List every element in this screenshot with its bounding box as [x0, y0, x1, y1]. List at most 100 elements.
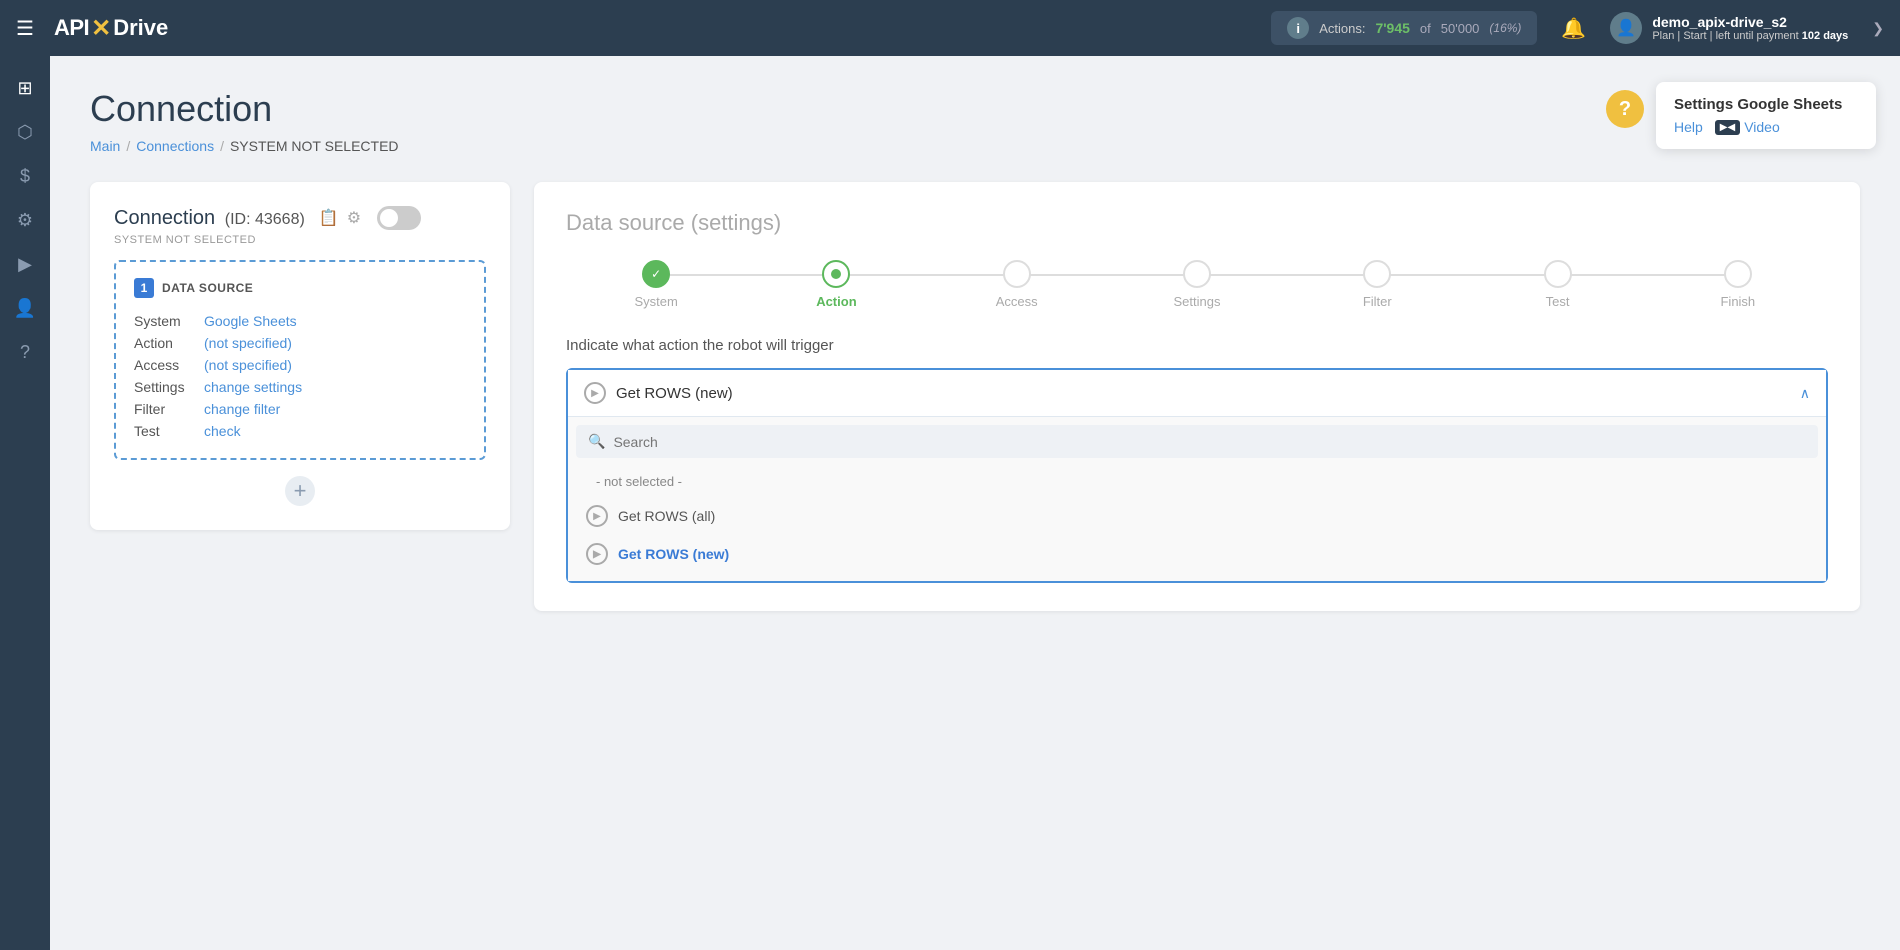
step-circle — [1544, 260, 1572, 288]
plan-left: left until payment — [1716, 30, 1799, 42]
plan-type: Start — [1683, 30, 1706, 42]
card-title-icons: 📋 ⚙ — [319, 206, 421, 230]
main-content: Connection Main / Connections / SYSTEM N… — [50, 56, 1900, 950]
datasource-num: 1 — [134, 278, 154, 298]
plan-days: 102 days — [1802, 30, 1848, 42]
datasource-box: 1 DATA SOURCE SystemGoogle SheetsAction(… — [114, 260, 486, 460]
toggle-switch[interactable] — [377, 206, 421, 230]
dropdown-header[interactable]: ▶ Get ROWS (new) ∧ — [568, 370, 1826, 416]
right-card-title-sub: (settings) — [691, 210, 781, 235]
ds-row-value-link[interactable]: (not specified) — [204, 335, 292, 351]
step-item[interactable]: Finish — [1648, 260, 1828, 309]
user-details: demo_apix-drive_s2 Plan | Start | left u… — [1652, 14, 1848, 42]
table-row: Testcheck — [134, 420, 466, 442]
sidebar-item-account[interactable]: 👤 — [5, 288, 45, 328]
bell-icon[interactable]: 🔔 — [1561, 16, 1586, 41]
breadcrumb-connections[interactable]: Connections — [136, 138, 214, 154]
step-circle — [1363, 260, 1391, 288]
card-title: Connection (ID: 43668) 📋 ⚙ — [114, 206, 486, 230]
plan-sep: | — [1677, 30, 1680, 42]
left-card: Connection (ID: 43668) 📋 ⚙ SYSTEM NOT SE… — [90, 182, 510, 530]
help-links: Help ▶◀ Video — [1674, 119, 1858, 135]
step-label: Test — [1546, 294, 1570, 309]
actions-badge: i Actions: 7'945 of 50'000 (16%) — [1271, 11, 1537, 45]
dropdown-list: 🔍 - not selected -▶Get ROWS (all)▶Get RO… — [568, 416, 1826, 581]
help-link-help[interactable]: Help — [1674, 119, 1703, 135]
step-item[interactable]: Settings — [1107, 260, 1287, 309]
play-icon-sm: ▶ — [586, 543, 608, 565]
ds-row-value-link[interactable]: Google Sheets — [204, 313, 297, 329]
breadcrumb: Main / Connections / SYSTEM NOT SELECTED — [90, 138, 1860, 154]
plan-sep2: | — [1710, 30, 1713, 42]
video-label: Video — [1744, 119, 1780, 135]
step-item[interactable]: Filter — [1287, 260, 1467, 309]
play-icon: ▶ — [584, 382, 606, 404]
step-label: Action — [816, 294, 856, 309]
sidebar: ⊞ ⬡ $ ⚙ ▶ 👤 ? — [0, 56, 50, 950]
ds-row-value-link[interactable]: check — [204, 423, 241, 439]
table-row: Action(not specified) — [134, 332, 466, 354]
sidebar-item-connections[interactable]: ⬡ — [5, 112, 45, 152]
action-prompt: Indicate what action the robot will trig… — [566, 337, 1828, 354]
search-input[interactable] — [613, 434, 1806, 450]
step-item[interactable]: Access — [927, 260, 1107, 309]
dropdown-option[interactable]: - not selected - — [576, 466, 1818, 497]
step-label: Settings — [1173, 294, 1220, 309]
breadcrumb-sep2: / — [220, 138, 224, 154]
user-info: 👤 demo_apix-drive_s2 Plan | Start | left… — [1610, 12, 1848, 44]
datasource-header: 1 DATA SOURCE — [134, 278, 466, 298]
step-item[interactable]: ✓ System — [566, 260, 746, 309]
ds-row-value-link[interactable]: (not specified) — [204, 357, 292, 373]
step-circle: ✓ — [642, 260, 670, 288]
help-question-icon[interactable]: ? — [1606, 90, 1644, 128]
sidebar-item-billing[interactable]: $ — [5, 156, 45, 196]
dropdown-option[interactable]: ▶Get ROWS (all) — [576, 497, 1818, 535]
table-row: Settingschange settings — [134, 376, 466, 398]
step-item[interactable]: Test — [1467, 260, 1647, 309]
step-label: System — [634, 294, 677, 309]
datasource-table: SystemGoogle SheetsAction(not specified)… — [134, 310, 466, 442]
actions-of: of — [1420, 21, 1431, 36]
menu-icon[interactable]: ☰ — [16, 16, 34, 41]
dropdown-selected-label: Get ROWS (new) — [616, 385, 733, 402]
gear-icon[interactable]: ⚙ — [347, 208, 361, 228]
copy-icon[interactable]: 📋 — [319, 208, 339, 228]
action-dropdown[interactable]: ▶ Get ROWS (new) ∧ 🔍 - not selected -▶Ge… — [566, 368, 1828, 583]
info-icon: i — [1287, 17, 1309, 39]
user-plan: Plan | Start | left until payment 102 da… — [1652, 30, 1848, 42]
card-id: (ID: 43668) — [225, 211, 305, 228]
help-link-video[interactable]: ▶◀ Video — [1715, 119, 1780, 135]
breadcrumb-main[interactable]: Main — [90, 138, 120, 154]
step-circle — [1003, 260, 1031, 288]
chevron-up-icon[interactable]: ∧ — [1800, 385, 1810, 402]
right-card-title: Data source (settings) — [566, 210, 1828, 236]
actions-total: 50'000 — [1441, 21, 1480, 36]
logo-drive-text: Drive — [113, 15, 168, 41]
sidebar-item-dashboard[interactable]: ⊞ — [5, 68, 45, 108]
sidebar-item-settings[interactable]: ⚙ — [5, 200, 45, 240]
play-icon-sm: ▶ — [586, 505, 608, 527]
search-icon: 🔍 — [588, 433, 605, 450]
table-row: SystemGoogle Sheets — [134, 310, 466, 332]
topnav-chevron-icon[interactable]: ❯ — [1872, 20, 1884, 37]
step-circle — [1183, 260, 1211, 288]
dropdown-option[interactable]: ▶Get ROWS (new) — [576, 535, 1818, 573]
ds-row-value-link[interactable]: change filter — [204, 401, 280, 417]
help-card-title: Settings Google Sheets — [1674, 96, 1858, 113]
card-title-text: Connection (ID: 43668) — [114, 207, 305, 230]
system-not-selected-label: SYSTEM NOT SELECTED — [114, 234, 486, 246]
steps-row: ✓ System Action Access Settings Filter Test Fin… — [566, 260, 1828, 309]
sidebar-item-play[interactable]: ▶ — [5, 244, 45, 284]
logo-x-text: ✕ — [91, 14, 111, 43]
step-item[interactable]: Action — [746, 260, 926, 309]
ds-row-value-link[interactable]: change settings — [204, 379, 302, 395]
help-card: Settings Google Sheets Help ▶◀ Video — [1656, 82, 1876, 149]
search-box[interactable]: 🔍 — [576, 425, 1818, 458]
datasource-label: DATA SOURCE — [162, 281, 253, 295]
step-circle — [1724, 260, 1752, 288]
add-datasource-button[interactable]: + — [285, 476, 315, 506]
breadcrumb-sep1: / — [126, 138, 130, 154]
table-row: Access(not specified) — [134, 354, 466, 376]
sidebar-item-help[interactable]: ? — [5, 332, 45, 372]
plan-label: Plan — [1652, 30, 1674, 42]
